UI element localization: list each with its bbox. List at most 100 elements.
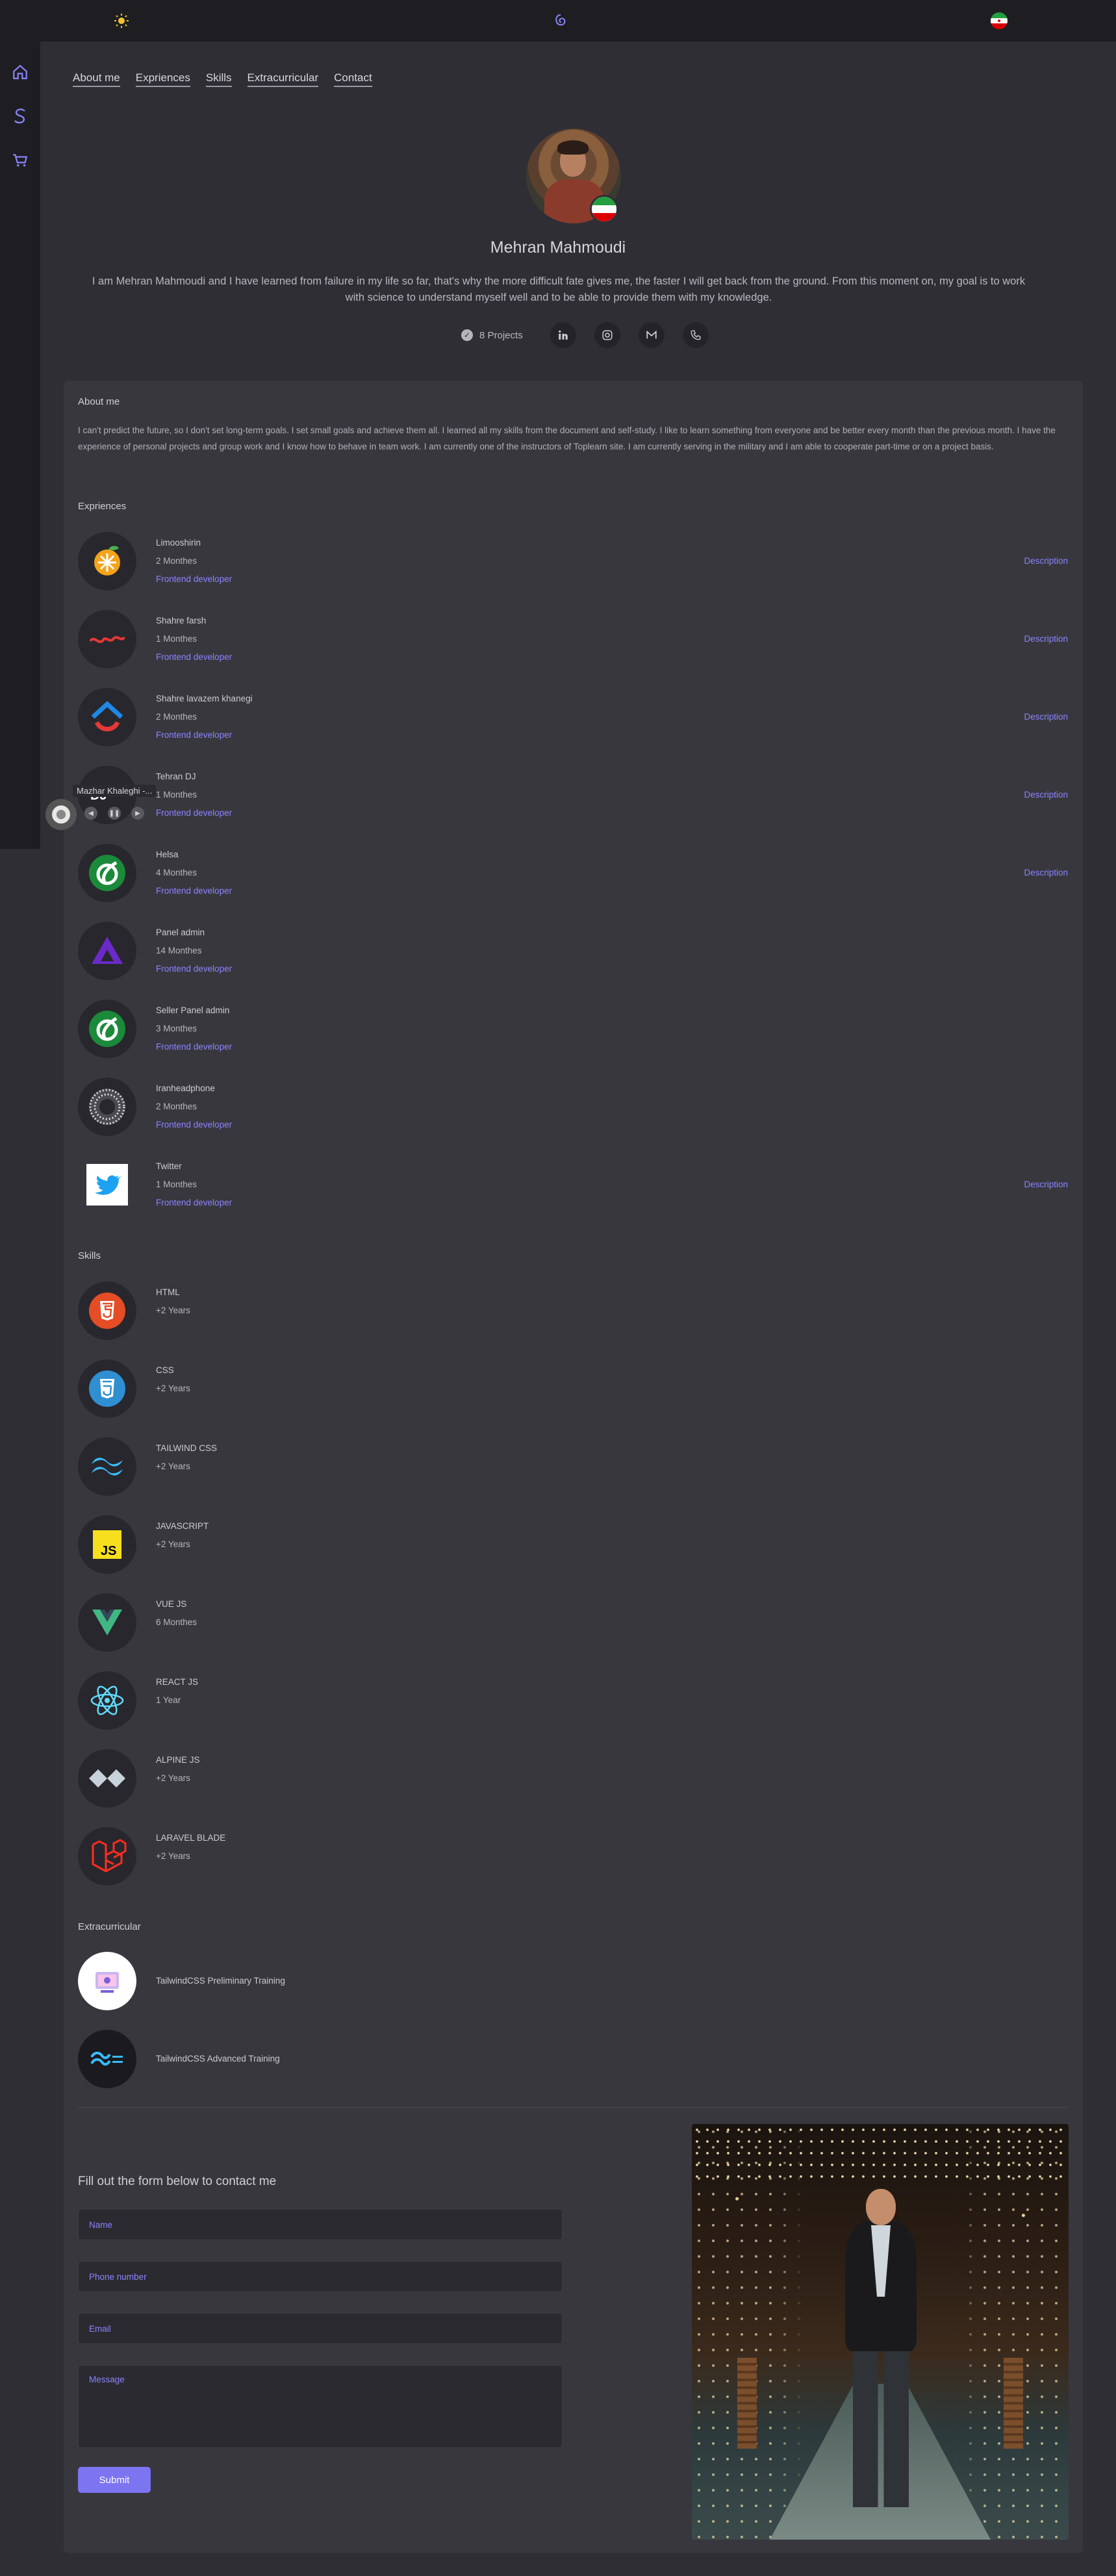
experience-item: Shahre farsh 1 Monthes Frontend develope… (78, 607, 1068, 672)
experience-name: Limooshirin (156, 538, 201, 548)
skill-years: 1 Year (156, 1695, 181, 1705)
skill-item: LARAVEL BLADE +2 Years (78, 1824, 1068, 1889)
instagram-icon[interactable] (594, 322, 620, 348)
skill-name: VUE JS (156, 1599, 187, 1609)
section-divider (78, 2107, 1068, 2108)
panel-admin-logo (78, 922, 136, 980)
experience-name: Helsa (156, 850, 179, 859)
sidebar (0, 42, 40, 849)
skill-years: +2 Years (156, 1539, 190, 1549)
main-card: About me I can't predict the future, so … (64, 381, 1083, 2553)
skill-years: +2 Years (156, 1383, 190, 1393)
laravel-icon (78, 1827, 136, 1886)
submit-button[interactable]: Submit (78, 2467, 151, 2493)
experience-name: Panel admin (156, 928, 205, 937)
logo-icon[interactable] (551, 11, 570, 31)
extracurricular-item: TailwindCSS Advanced Training (78, 2027, 1068, 2091)
experience-name: Shahre lavazem khanegi (156, 694, 253, 703)
next-icon[interactable]: ▶ (131, 807, 144, 820)
skills-title: Skills (78, 1250, 101, 1261)
experience-item: Panel admin 14 Monthes Frontend develope… (78, 918, 1068, 983)
tailwind-advanced-course-icon (78, 2030, 136, 2088)
home-icon[interactable] (9, 61, 31, 83)
nav-extracurricular[interactable]: Extracurricular (247, 71, 319, 87)
top-bar (0, 0, 1116, 42)
experience-role: Frontend developer (156, 1042, 233, 1052)
skill-item: VUE JS 6 Monthes (78, 1590, 1068, 1655)
skill-name: ALPINE JS (156, 1755, 200, 1765)
description-link[interactable]: Description (1024, 1180, 1068, 1189)
experience-name: Iranheadphone (156, 1083, 215, 1093)
skill-years: +2 Years (156, 1851, 190, 1861)
description-link[interactable]: Description (1024, 790, 1068, 800)
skill-item: REACT JS 1 Year (78, 1668, 1068, 1733)
name-input[interactable] (78, 2209, 563, 2240)
profile-stats: ✓ 8 Projects (461, 322, 719, 348)
music-player: Mazhar Khaleghi -... ◀ ❚❚ ▶ (45, 783, 157, 830)
linkedin-icon[interactable] (550, 322, 576, 348)
phone-icon[interactable] (682, 322, 709, 348)
email-input[interactable] (78, 2313, 563, 2344)
description-link[interactable]: Description (1024, 712, 1068, 722)
description-link[interactable]: Description (1024, 634, 1068, 644)
seller-panel-logo (78, 1000, 136, 1058)
nav-about[interactable]: About me (73, 71, 120, 87)
profile-avatar (526, 129, 621, 223)
pause-icon[interactable]: ❚❚ (108, 807, 121, 820)
experience-role: Frontend developer (156, 886, 233, 896)
iran-flag-badge (590, 195, 618, 223)
player-controls: ◀ ❚❚ ▶ (84, 807, 144, 820)
extracurricular-title: Extracurricular (78, 1921, 141, 1932)
album-disc-icon[interactable] (45, 799, 77, 830)
extracurricular-item: TailwindCSS Preliminary Training (78, 1949, 1068, 2014)
vue-icon (78, 1593, 136, 1652)
experience-duration: 2 Monthes (156, 712, 197, 722)
html-icon (78, 1282, 136, 1340)
experience-item: Seller Panel admin 3 Monthes Frontend de… (78, 996, 1068, 1061)
sun-icon[interactable] (112, 11, 131, 31)
nav-skills[interactable]: Skills (205, 71, 232, 87)
limooshirin-logo (78, 532, 136, 590)
skill-years: 6 Monthes (156, 1617, 197, 1627)
nav-experiences[interactable]: Expriences (135, 71, 190, 87)
cart-icon[interactable] (9, 149, 31, 171)
experience-duration: 1 Monthes (156, 634, 197, 644)
skill-item: TAILWIND CSS +2 Years (78, 1434, 1068, 1499)
previous-icon[interactable]: ◀ (84, 807, 97, 820)
phone-input[interactable] (78, 2261, 563, 2292)
experience-duration: 1 Monthes (156, 1180, 197, 1189)
shahre-lavazem-logo (78, 688, 136, 746)
experience-item: Iranheadphone 2 Monthes Frontend develop… (78, 1074, 1068, 1139)
nav-contact[interactable]: Contact (334, 71, 372, 87)
contact-title: Fill out the form below to contact me (78, 2175, 277, 2188)
skill-name: TAILWIND CSS (156, 1443, 218, 1453)
description-link[interactable]: Description (1024, 868, 1068, 878)
top-nav: About me Expriences Skills Extracurricul… (73, 71, 372, 87)
skill-name: JAVASCRIPT (156, 1521, 209, 1531)
projects-count: ✓ 8 Projects (461, 329, 523, 341)
tailwind-course-icon (78, 1952, 136, 2010)
description-link[interactable]: Description (1024, 556, 1068, 566)
experience-role: Frontend developer (156, 730, 233, 740)
javascript-icon: JS (78, 1515, 136, 1574)
svg-text:JS: JS (101, 1544, 116, 1558)
experience-item: Shahre lavazem khanegi 2 Monthes Fronten… (78, 685, 1068, 750)
alpine-icon (78, 1749, 136, 1808)
experience-role: Frontend developer (156, 1120, 233, 1130)
experience-duration: 2 Monthes (156, 1102, 197, 1111)
gmail-icon[interactable] (638, 322, 665, 348)
about-title: About me (78, 396, 120, 407)
experience-role: Frontend developer (156, 964, 233, 974)
message-input[interactable] (78, 2365, 563, 2448)
profile-bio: I am Mehran Mahmoudi and I have learned … (92, 275, 1026, 303)
experience-role: Frontend developer (156, 1198, 233, 1207)
experience-name: Shahre farsh (156, 616, 207, 625)
skill-item: CSS +2 Years (78, 1356, 1068, 1421)
experience-role: Frontend developer (156, 808, 233, 818)
s-logo-icon[interactable] (9, 105, 31, 127)
iran-flag-icon[interactable] (989, 11, 1009, 31)
react-icon (78, 1671, 136, 1730)
experience-duration: 2 Monthes (156, 556, 197, 566)
skill-name: CSS (156, 1365, 174, 1375)
contact-photo (692, 2124, 1069, 2540)
